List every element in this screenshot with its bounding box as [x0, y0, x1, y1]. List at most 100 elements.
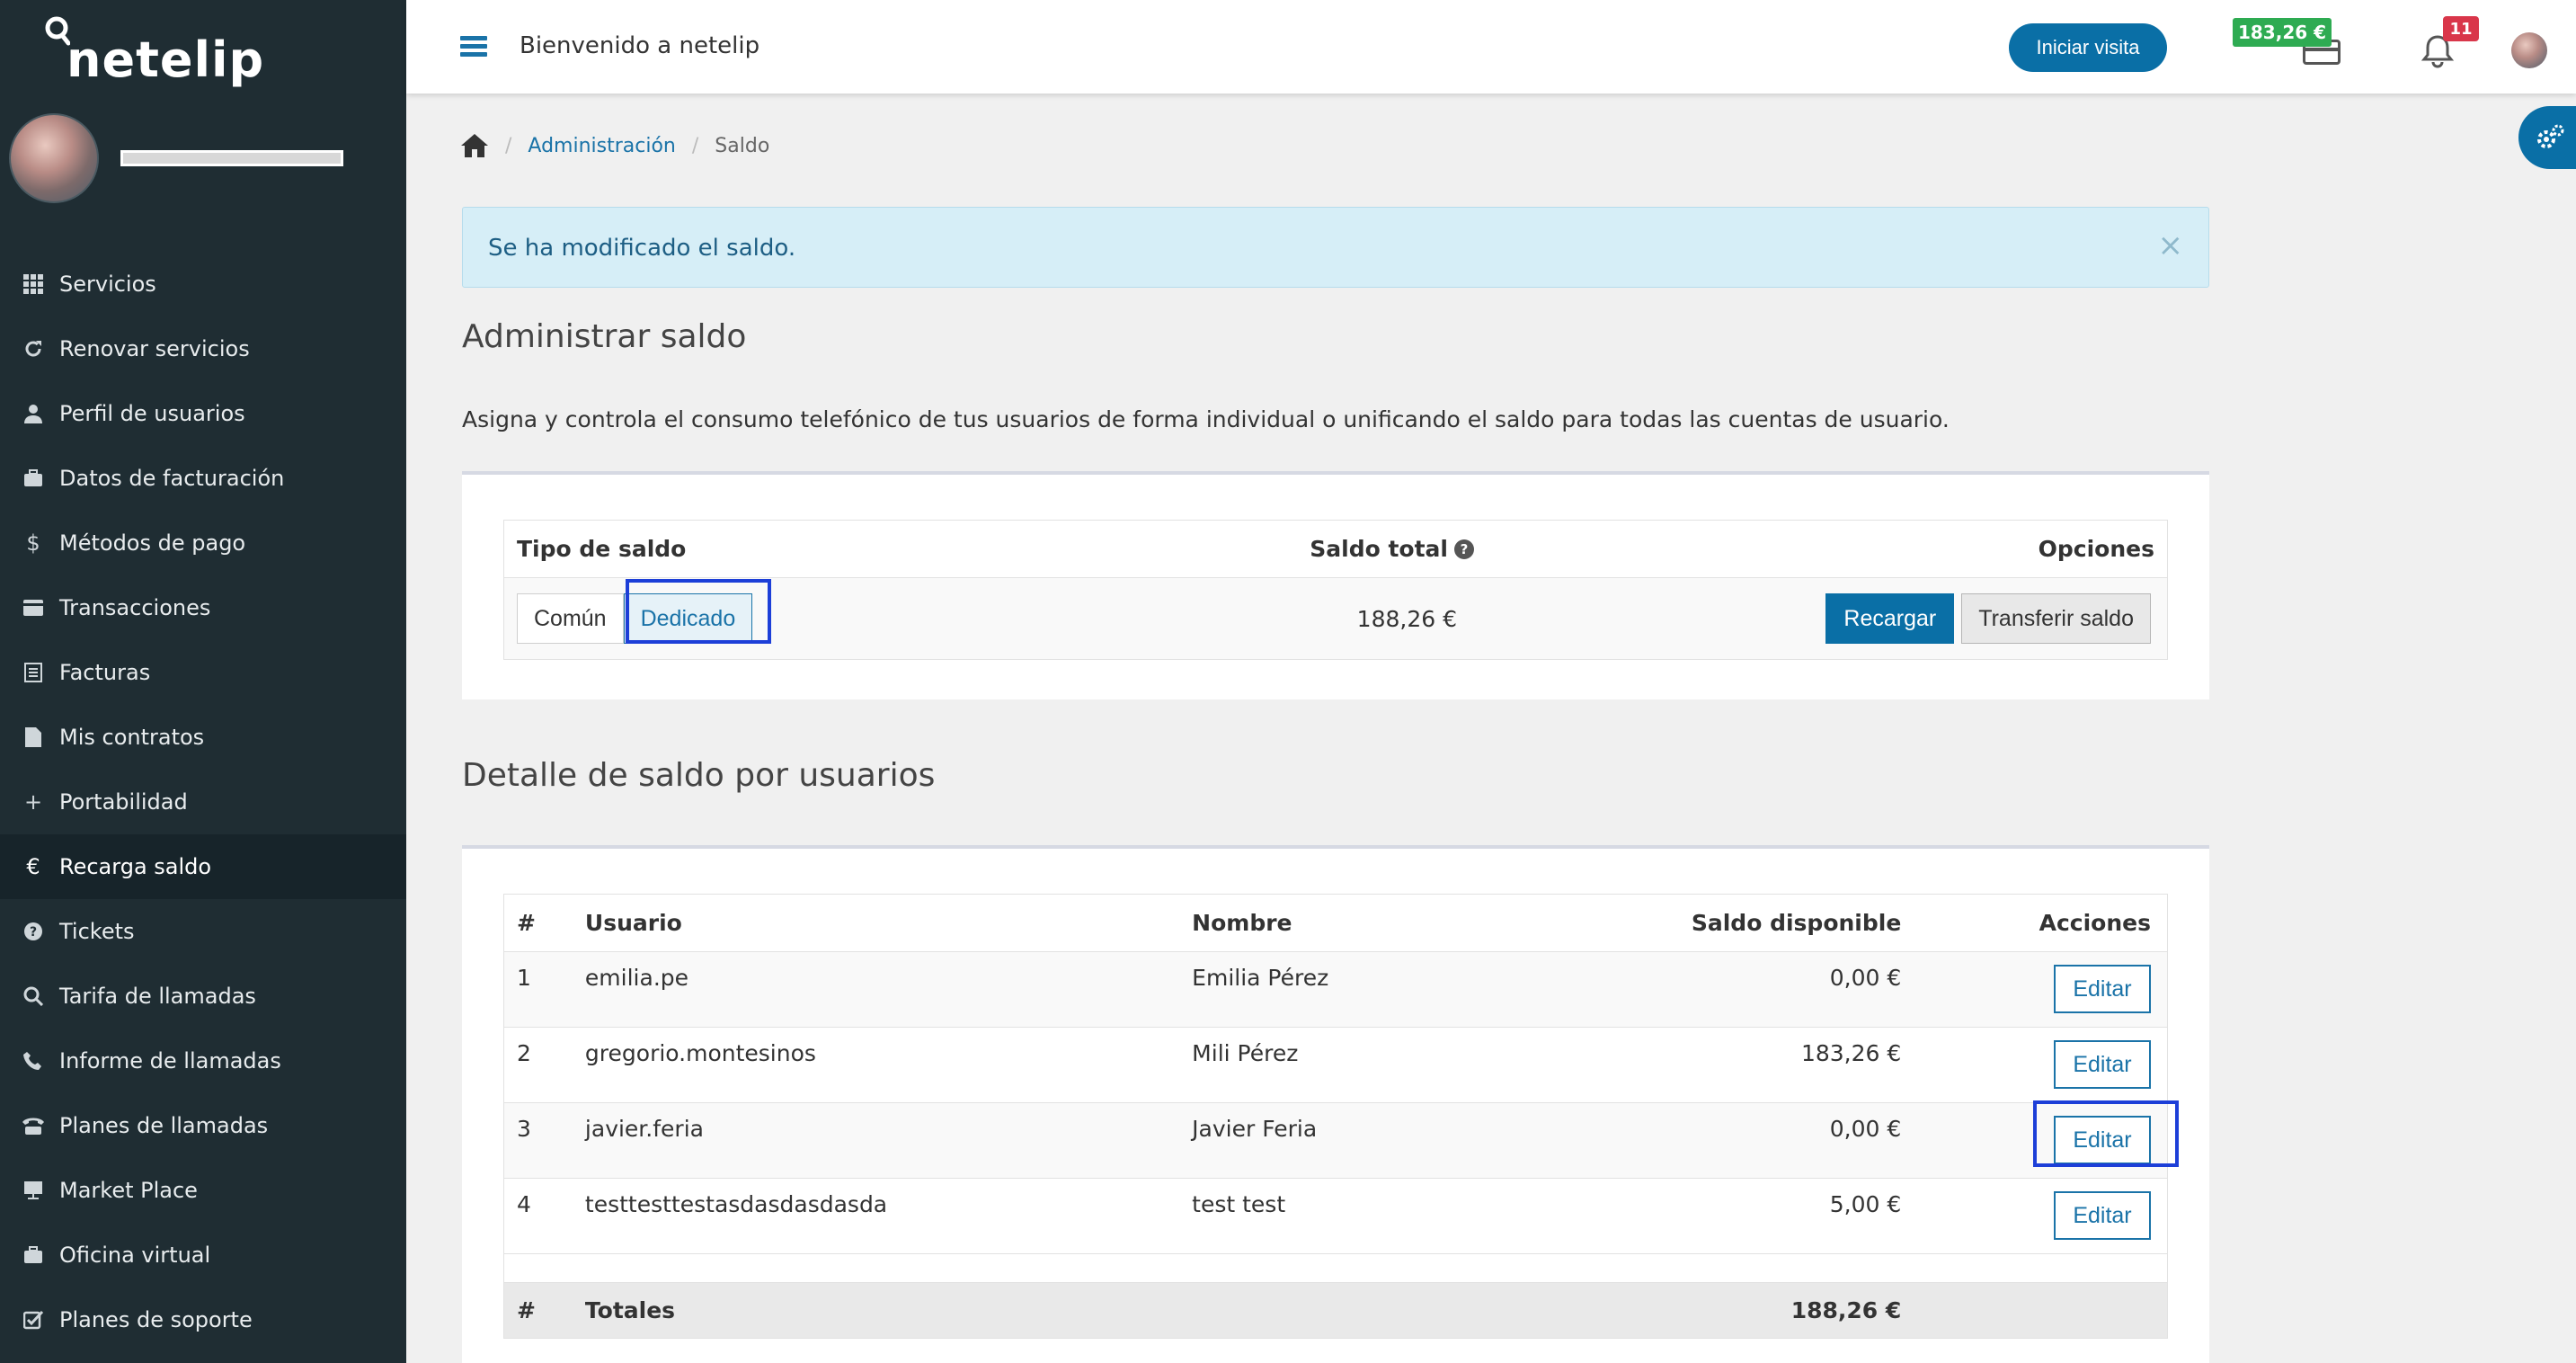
- user-balance-panel: # Usuario Nombre Saldo disponible Accion…: [462, 845, 2209, 1363]
- user-name-redacted: [120, 150, 343, 166]
- header-options: Opciones: [2038, 536, 2154, 562]
- sidebar-item-perfil-usuarios[interactable]: Perfil de usuarios: [0, 381, 406, 446]
- table-row: 1 emilia.pe Emilia Pérez 0,00 € Editar: [504, 952, 2167, 1028]
- totals-balance: 188,26 €: [1790, 1297, 1902, 1323]
- sidebar-item-label: Informe de llamadas: [59, 1048, 281, 1073]
- sidebar-item-datos-facturacion[interactable]: Datos de facturación: [0, 446, 406, 511]
- edit-button[interactable]: Editar: [2053, 1040, 2151, 1089]
- alert-message: Se ha modificado el saldo.: [488, 235, 796, 262]
- success-alert: Se ha modificado el saldo. ×: [462, 207, 2209, 288]
- highlight-box-dedicated: [626, 579, 771, 644]
- avatar[interactable]: [2511, 32, 2547, 68]
- desk-phone-icon: [22, 1114, 45, 1137]
- row-actions: Editar: [1901, 1040, 2167, 1089]
- phone-icon: [22, 1049, 45, 1073]
- sidebar-item-label: Portabilidad: [59, 789, 188, 815]
- options-cell: Recargar Transferir saldo: [1475, 593, 2167, 644]
- presentation-icon: [22, 1179, 45, 1202]
- refresh-icon: [22, 337, 45, 361]
- header-user: Usuario: [584, 910, 682, 936]
- sidebar-item-transacciones[interactable]: Transacciones: [0, 575, 406, 640]
- user-icon: [22, 402, 45, 425]
- row-num: 3: [517, 1116, 531, 1142]
- euro-icon: €: [26, 854, 40, 879]
- sidebar-item-oficina-virtual[interactable]: Oficina virtual: [0, 1223, 406, 1287]
- grid-icon: [22, 272, 45, 296]
- sidebar-item-planes-llamadas[interactable]: Planes de llamadas: [0, 1093, 406, 1158]
- list-icon: [22, 661, 45, 684]
- avatar[interactable]: [9, 113, 99, 203]
- row-balance: 183,26 €: [1800, 1040, 1902, 1066]
- sidebar-item-metodos-pago[interactable]: $ Métodos de pago: [0, 511, 406, 575]
- help-icon[interactable]: ?: [1453, 539, 1475, 560]
- table-header-row: Tipo de saldo Saldo total ? Opciones: [504, 521, 2167, 578]
- sidebar-item-label: Servicios: [59, 272, 156, 297]
- notification-count-badge[interactable]: 11: [2443, 16, 2479, 41]
- sidebar-item-label: Facturas: [59, 660, 151, 685]
- close-icon[interactable]: ×: [2158, 227, 2184, 263]
- sidebar-item-label: Datos de facturación: [59, 466, 285, 491]
- header-total-label: Saldo total: [1310, 536, 1448, 562]
- sidebar-item-label: Market Place: [59, 1178, 198, 1203]
- row-user: emilia.pe: [584, 965, 689, 991]
- sidebar-item-servicios[interactable]: Servicios: [0, 252, 406, 316]
- row-actions: Editar: [1901, 1191, 2167, 1240]
- edit-button[interactable]: Editar: [2053, 965, 2151, 1013]
- breadcrumb-current: Saldo: [715, 134, 770, 157]
- breadcrumb-admin-link[interactable]: Administración: [528, 135, 675, 157]
- home-icon[interactable]: [460, 133, 489, 158]
- breadcrumb-separator: /: [691, 134, 699, 157]
- recharge-button[interactable]: Recargar: [1825, 593, 1955, 644]
- table-row: 4 testtesttestasdasdasdasda test test 5,…: [504, 1179, 2167, 1254]
- header-type: Tipo de saldo: [517, 536, 687, 562]
- row-num: 2: [517, 1040, 531, 1066]
- row-user: testtesttestasdasdasdasda: [584, 1191, 888, 1217]
- admin-section-title: Administrar saldo: [462, 318, 747, 355]
- totals-num: #: [517, 1297, 536, 1323]
- credit-card-icon: [22, 596, 45, 619]
- dollar-icon: $: [26, 530, 40, 556]
- row-name: test test: [1192, 1191, 1286, 1217]
- sidebar-nav: Servicios Renovar servicios Perfil de us…: [0, 252, 406, 1352]
- sidebar-item-label: Recarga saldo: [59, 854, 212, 879]
- sidebar-item-informe-llamadas[interactable]: Informe de llamadas: [0, 1029, 406, 1093]
- balance-badge[interactable]: 183,26 €: [2233, 18, 2332, 47]
- location-pin-icon: [45, 16, 70, 46]
- start-visit-button[interactable]: Iniciar visita: [2009, 23, 2167, 72]
- settings-gear-icon[interactable]: [2518, 106, 2576, 169]
- sidebar-item-renovar-servicios[interactable]: Renovar servicios: [0, 316, 406, 381]
- sidebar-item-facturas[interactable]: Facturas: [0, 640, 406, 705]
- transfer-balance-button[interactable]: Transferir saldo: [1961, 593, 2151, 644]
- sidebar-item-label: Planes de soporte: [59, 1307, 253, 1332]
- row-balance: 5,00 €: [1829, 1191, 1902, 1217]
- netelip-logo[interactable]: netelip: [43, 9, 264, 90]
- search-icon: [22, 984, 45, 1008]
- sidebar-item-recarga-saldo[interactable]: € Recarga saldo: [0, 834, 406, 899]
- briefcase-icon: [22, 467, 45, 490]
- svg-text:?: ?: [30, 925, 37, 940]
- logo-text: netelip: [67, 31, 265, 88]
- sidebar-item-market-place[interactable]: Market Place: [0, 1158, 406, 1223]
- user-profile[interactable]: [9, 113, 343, 203]
- row-name: Mili Pérez: [1192, 1040, 1299, 1066]
- sidebar-item-portabilidad[interactable]: + Portabilidad: [0, 770, 406, 834]
- detail-section-title: Detalle de saldo por usuarios: [462, 757, 936, 794]
- totals-row: # Totales 188,26 €: [504, 1283, 2167, 1339]
- row-user: javier.feria: [584, 1116, 704, 1142]
- sidebar-item-label: Oficina virtual: [59, 1243, 211, 1268]
- menu-icon[interactable]: [460, 36, 487, 58]
- sidebar-item-tickets[interactable]: ? Tickets: [0, 899, 406, 964]
- sidebar-item-tarifa-llamadas[interactable]: Tarifa de llamadas: [0, 964, 406, 1029]
- sidebar-item-planes-soporte[interactable]: Planes de soporte: [0, 1287, 406, 1352]
- sidebar-item-mis-contratos[interactable]: Mis contratos: [0, 705, 406, 770]
- sidebar-item-label: Perfil de usuarios: [59, 401, 245, 426]
- type-common-button[interactable]: Común: [517, 593, 624, 644]
- question-icon: ?: [22, 920, 45, 943]
- row-name: Emilia Pérez: [1192, 965, 1329, 991]
- highlight-box-edit: [2033, 1100, 2179, 1167]
- sidebar-item-label: Renovar servicios: [59, 336, 250, 361]
- edit-button[interactable]: Editar: [2053, 1191, 2151, 1240]
- table-row: 2 gregorio.montesinos Mili Pérez 183,26 …: [504, 1028, 2167, 1103]
- briefcase-icon: [22, 1243, 45, 1267]
- sidebar-item-label: Tickets: [59, 919, 135, 944]
